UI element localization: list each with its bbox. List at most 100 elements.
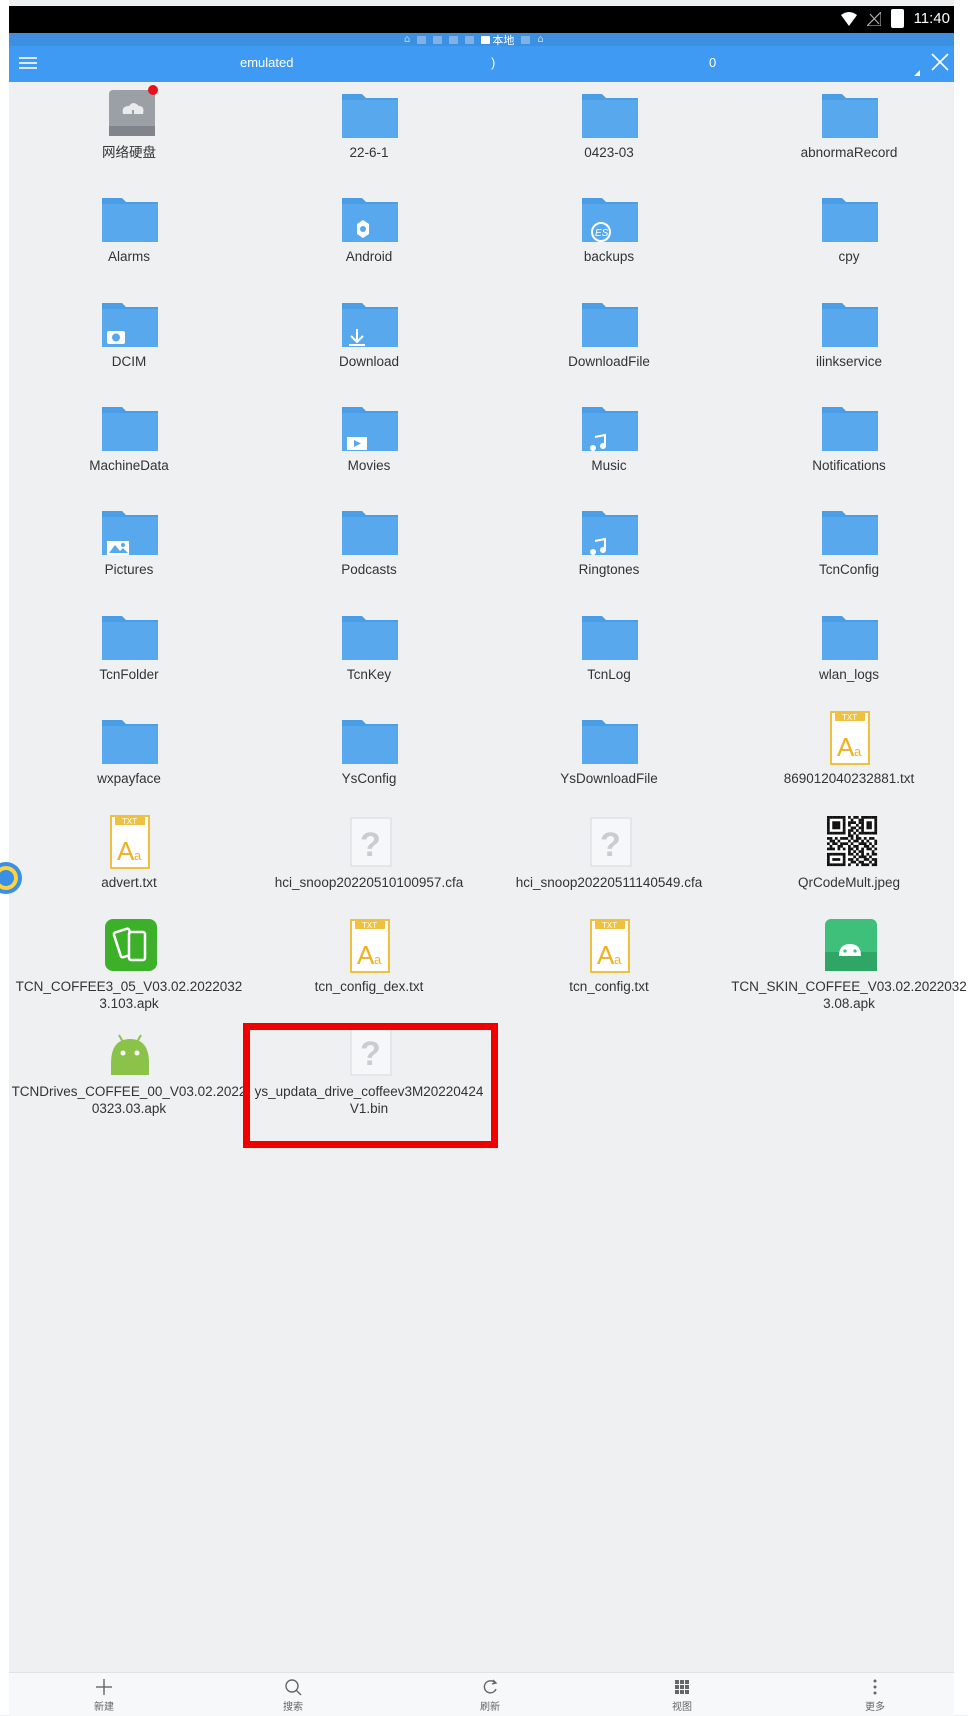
- close-icon[interactable]: [928, 50, 952, 74]
- new-label: 新建: [94, 1702, 114, 1713]
- file-name: YsConfig: [341, 770, 397, 786]
- folder-icon: [821, 188, 879, 246]
- folder-icon: [821, 293, 879, 351]
- folder-icon: [101, 606, 159, 664]
- file-name: wxpayface: [97, 770, 161, 786]
- svg-text:a: a: [134, 848, 142, 863]
- text-file-icon: TXT A a: [101, 814, 159, 872]
- refresh-icon: [483, 1679, 498, 1694]
- view-label: 视图: [672, 1702, 692, 1713]
- refresh-button[interactable]: 刷新: [460, 1677, 520, 1713]
- svg-text:TXT: TXT: [842, 713, 857, 722]
- current-path[interactable]: emulated: [240, 55, 293, 70]
- floating-assistant-icon[interactable]: [0, 858, 24, 898]
- svg-text:a: a: [374, 952, 382, 967]
- file-name: MachineData: [89, 457, 169, 473]
- folder-icon: [341, 293, 399, 351]
- file-name: abnormaRecord: [800, 145, 898, 160]
- file-name: cpy: [838, 249, 860, 265]
- file-name: backups: [583, 249, 635, 265]
- folder-icon: [341, 710, 399, 768]
- wifi-icon: [840, 11, 857, 26]
- file-name: hci_snoop20220510100957.cfa: [274, 875, 464, 891]
- svg-text:A: A: [597, 940, 615, 970]
- file-name: TcnConfig: [818, 562, 880, 578]
- svg-text:TXT: TXT: [362, 921, 377, 930]
- no-signal-icon: [866, 11, 881, 26]
- status-time: 11:40: [913, 10, 950, 27]
- file-name: YsDownloadFile: [560, 770, 658, 786]
- unknown-file-icon: ?: [581, 814, 639, 872]
- plus-icon: [96, 1679, 112, 1695]
- svg-text:?: ?: [600, 826, 621, 864]
- folder-icon: [341, 397, 399, 455]
- text-file-icon: TXT A a: [581, 918, 639, 976]
- file-name: tcn_config.txt: [569, 979, 649, 995]
- file-name: Pictures: [104, 562, 154, 578]
- folder-icon: [581, 710, 639, 768]
- highlight-box: [243, 1023, 498, 1148]
- text-file-icon: TXT A a: [341, 918, 399, 976]
- file-name: Android: [345, 249, 393, 265]
- more-label: 更多: [865, 1702, 885, 1713]
- new-button[interactable]: 新建: [74, 1677, 134, 1713]
- file-name: ilinkservice: [815, 353, 883, 369]
- file-name: QrCodeMult.jpeg: [797, 875, 901, 891]
- grid-view-icon: [675, 1680, 689, 1694]
- file-name: TcnKey: [346, 666, 392, 682]
- folder-icon: [101, 293, 159, 351]
- unknown-file-icon: ?: [341, 814, 399, 872]
- refresh-label: 刷新: [480, 1702, 500, 1713]
- svg-text:A: A: [117, 836, 135, 866]
- home-icon[interactable]: ⌂: [404, 34, 410, 45]
- more-button[interactable]: 更多: [845, 1677, 905, 1713]
- folder-icon: [581, 84, 639, 142]
- folder-icon: [101, 188, 159, 246]
- folder-icon: [821, 501, 879, 559]
- folder-icon: [581, 293, 639, 351]
- svg-text:a: a: [854, 744, 862, 759]
- file-name: TcnFolder: [99, 666, 159, 682]
- file-name: Movies: [347, 457, 391, 473]
- file-name: Music: [591, 457, 627, 473]
- breadcrumb-segment[interactable]: [449, 35, 459, 44]
- folder-icon: [341, 501, 399, 559]
- folder-icon: [101, 501, 159, 559]
- file-name: Download: [338, 353, 400, 369]
- file-name: hci_snoop20220511140549.cfa: [515, 875, 703, 891]
- path-separator: ): [491, 55, 496, 70]
- folder-icon: [341, 606, 399, 664]
- breadcrumb-segment[interactable]: [521, 35, 531, 44]
- more-icon: [873, 1679, 877, 1695]
- svg-text:TXT: TXT: [122, 817, 137, 826]
- file-name: TcnLog: [587, 666, 631, 682]
- battery-icon: [890, 9, 904, 28]
- corner-indicator: [914, 70, 920, 76]
- folder-icon: [581, 501, 639, 559]
- svg-text:a: a: [614, 952, 622, 967]
- text-file-icon: TXT A a: [821, 710, 879, 768]
- search-button[interactable]: 搜索: [263, 1677, 323, 1713]
- file-name: DCIM: [111, 353, 147, 369]
- file-name: tcn_config_dex.txt: [314, 979, 424, 995]
- breadcrumb-segment[interactable]: [465, 35, 475, 44]
- folder-icon: [821, 397, 879, 455]
- folder-icon: [821, 84, 879, 142]
- file-name: 22-6-1: [349, 145, 389, 160]
- folder-icon: ES: [581, 188, 639, 246]
- view-button[interactable]: 视图: [652, 1677, 712, 1713]
- breadcrumb-segment[interactable]: [417, 35, 427, 44]
- file-name: DownloadFile: [568, 353, 650, 369]
- file-name: Ringtones: [578, 562, 640, 578]
- breadcrumb-lock-icon[interactable]: ⌂: [537, 34, 543, 45]
- svg-text:A: A: [357, 940, 375, 970]
- svg-text:TXT: TXT: [602, 921, 617, 930]
- file-name: advert.txt: [101, 875, 157, 891]
- svg-text:ES: ES: [595, 228, 609, 239]
- path-toolbar: emulated ) 0: [9, 46, 954, 82]
- breadcrumb-segment[interactable]: [433, 35, 443, 44]
- folder-icon: [341, 188, 399, 246]
- status-icons: 11:40: [840, 9, 950, 28]
- search-icon: [285, 1679, 302, 1696]
- menu-icon[interactable]: [19, 55, 37, 71]
